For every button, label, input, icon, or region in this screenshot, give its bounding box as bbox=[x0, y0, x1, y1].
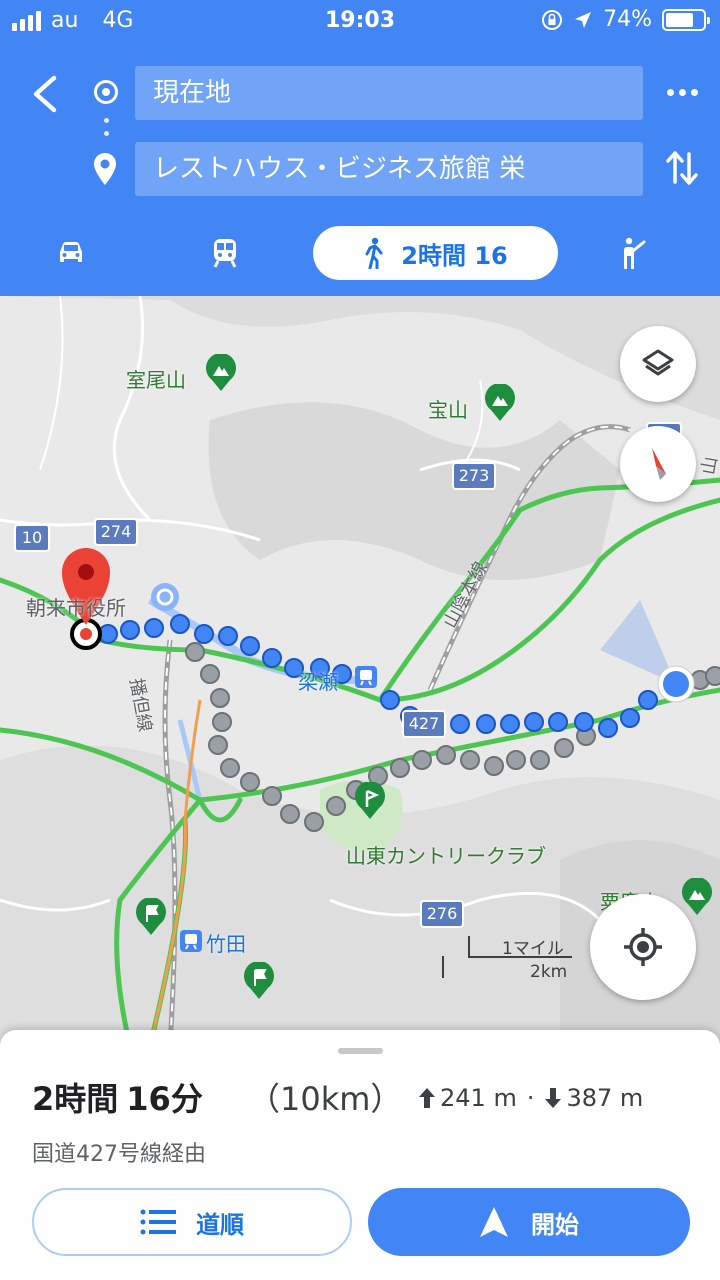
list-icon bbox=[140, 1209, 176, 1235]
map-label-golf: 山東カントリークラブ bbox=[346, 844, 546, 868]
road-shield: 273 bbox=[452, 462, 496, 490]
descent: 387 m bbox=[566, 1084, 644, 1112]
map-label-mountain: 宝山 bbox=[428, 398, 468, 422]
road-shield: 274 bbox=[94, 518, 138, 546]
train-icon bbox=[213, 239, 237, 268]
city-hall-icon bbox=[151, 583, 179, 611]
ride-icon bbox=[624, 237, 646, 269]
status-bar: au 4G 19:03 74% bbox=[0, 0, 720, 42]
start-button[interactable]: 開始 bbox=[368, 1188, 690, 1256]
my-location-button[interactable] bbox=[590, 894, 696, 1000]
compass-button[interactable] bbox=[620, 426, 696, 502]
sheet-drag-handle[interactable] bbox=[338, 1048, 383, 1054]
car-icon bbox=[60, 242, 82, 262]
origin-field[interactable]: 現在地 bbox=[135, 66, 643, 120]
more-options-button[interactable] bbox=[664, 80, 700, 104]
map-label-mountain: 室尾山 bbox=[126, 368, 186, 392]
ascent: 241 m bbox=[440, 1084, 517, 1112]
road-shield: 276 bbox=[420, 900, 464, 928]
layers-icon bbox=[642, 349, 674, 376]
start-label: 開始 bbox=[531, 1210, 579, 1239]
route-summary-sheet[interactable]: 2時間 16分 （10km） 241 m · 387 m 国道427号線経由 道順… bbox=[0, 1030, 720, 1280]
train-station-icon bbox=[180, 930, 202, 952]
flag-icon bbox=[244, 962, 274, 999]
location-arrow-icon bbox=[575, 11, 592, 28]
scale-metric: 2km bbox=[530, 962, 568, 982]
walk-icon bbox=[365, 237, 383, 269]
map-label-station: 梁瀬 bbox=[298, 670, 338, 694]
rotation-lock-icon bbox=[542, 9, 563, 30]
route-duration: 2時間 16分 bbox=[32, 1074, 203, 1120]
road-shield: 10 bbox=[14, 524, 50, 552]
golf-icon bbox=[355, 782, 385, 819]
steps-button[interactable]: 道順 bbox=[32, 1188, 352, 1256]
destination-field[interactable]: レストハウス・ビジネス旅館 栄 bbox=[135, 142, 643, 196]
destination-pin-icon bbox=[94, 153, 116, 185]
back-button[interactable] bbox=[26, 72, 66, 116]
mountain-icon bbox=[206, 354, 236, 391]
duration-hours: 2時間 bbox=[32, 1080, 119, 1118]
walk-duration: 2時間 16 bbox=[401, 241, 508, 270]
mountain-icon bbox=[485, 384, 515, 421]
separator: · bbox=[526, 1084, 535, 1112]
directions-header: au 4G 19:03 74% 現在地 レストハウス・ビジネス旅館 栄 2時間 … bbox=[0, 0, 720, 296]
tab-transit[interactable] bbox=[192, 226, 258, 280]
battery-icon bbox=[662, 8, 710, 31]
road-shield: 427 bbox=[402, 710, 446, 738]
map-label-city-hall: 朝来市役所 bbox=[26, 596, 126, 620]
arrow-up-icon bbox=[419, 1088, 435, 1108]
battery-percent: 74% bbox=[603, 7, 652, 32]
scale-bar: 1マイル 2km bbox=[440, 932, 572, 982]
elevation-summary: 241 m · 387 m bbox=[418, 1084, 643, 1112]
swap-directions-button[interactable] bbox=[664, 148, 700, 188]
tab-ride[interactable] bbox=[600, 226, 666, 280]
origin-marker-icon bbox=[94, 80, 118, 104]
tab-walking[interactable]: 2時間 16 bbox=[313, 226, 558, 280]
flag-icon bbox=[136, 898, 166, 935]
arrow-down-icon bbox=[545, 1088, 562, 1108]
route-connector-dot bbox=[104, 118, 109, 123]
crosshair-icon bbox=[624, 928, 662, 966]
compass-icon bbox=[652, 448, 666, 480]
navigation-arrow-icon bbox=[480, 1207, 508, 1237]
layers-button[interactable] bbox=[620, 326, 696, 402]
map-view[interactable]: 10 274 273 427 276 56 室尾山 宝山 粟鹿山 朝来市役所 梁… bbox=[0, 296, 720, 1046]
route-distance: （10km） bbox=[248, 1080, 403, 1118]
tab-driving[interactable] bbox=[38, 226, 104, 280]
route-via: 国道427号線経由 bbox=[32, 1142, 206, 1167]
route-connector-dot bbox=[104, 131, 109, 136]
train-station-icon bbox=[355, 666, 377, 688]
mountain-icon bbox=[682, 878, 712, 915]
duration-minutes: 16分 bbox=[126, 1080, 203, 1118]
steps-label: 道順 bbox=[196, 1210, 244, 1239]
map-label-station: 竹田 bbox=[206, 932, 246, 956]
